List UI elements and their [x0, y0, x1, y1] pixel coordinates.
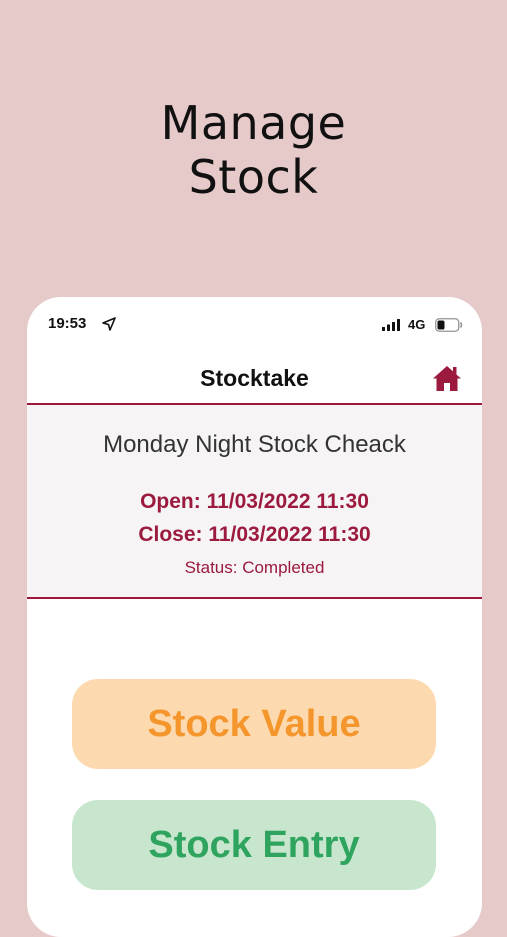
promo-headline-line2: Stock	[188, 150, 319, 204]
stocktake-name: Monday Night Stock Cheack	[103, 431, 406, 458]
open-datetime: Open: 11/03/2022 11:30	[140, 490, 369, 513]
stock-value-button[interactable]: Stock Value	[72, 679, 436, 769]
network-type: 4G	[408, 317, 426, 332]
promo-headline: Manage Stock	[0, 96, 507, 204]
page-title: Stocktake	[200, 365, 309, 391]
nav-bar: Stocktake	[27, 353, 482, 403]
stocktake-status: Status: Completed	[184, 558, 325, 577]
signal-bars-icon	[382, 319, 400, 331]
home-icon[interactable]	[431, 363, 463, 393]
battery-icon	[435, 318, 463, 332]
stock-entry-button[interactable]: Stock Entry	[72, 800, 436, 890]
status-time: 19:53	[48, 315, 87, 332]
phone-screen: 19:53 4G Stocktake Monday Night Stock Ch…	[27, 297, 482, 937]
location-arrow-icon	[102, 317, 116, 331]
promo-headline-line1: Manage	[160, 96, 347, 150]
close-datetime: Close: 11/03/2022 11:30	[138, 523, 371, 546]
stocktake-info-panel: Monday Night Stock Cheack Open: 11/03/20…	[27, 403, 482, 599]
status-bar: 19:53 4G	[27, 297, 482, 353]
